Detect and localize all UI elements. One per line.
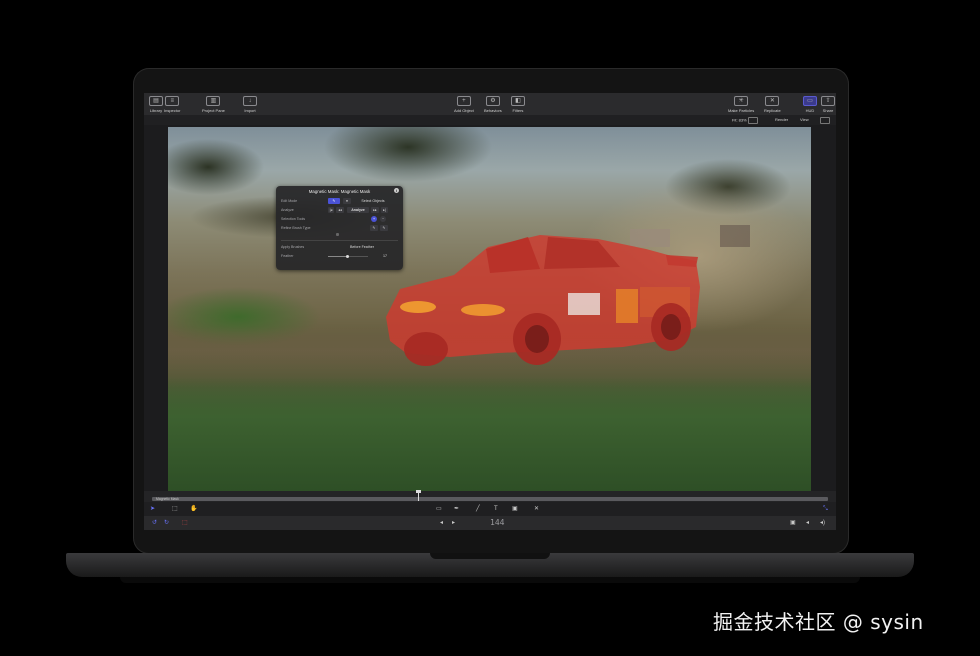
timecode-display[interactable]: 144 <box>490 518 504 527</box>
brush-erase-icon[interactable]: ✎ <box>380 225 388 231</box>
hud-icon: ▭ <box>803 96 817 106</box>
fullscreen-icon[interactable]: ▣ <box>790 519 796 527</box>
filters-button[interactable]: ◧ Filters <box>511 96 525 113</box>
add-selection-icon[interactable]: + <box>371 216 377 222</box>
timeline-layer-label: Magnetic Mask <box>156 497 179 501</box>
fit-zoom-menu[interactable]: Fit: 83% <box>732 117 758 124</box>
library-button[interactable]: ▤ Library <box>149 96 163 113</box>
replicate-icon: ✕ <box>765 96 780 106</box>
transform-icon[interactable]: ⬚ <box>172 505 178 513</box>
magic-brush-icon[interactable]: ✎ <box>328 198 340 204</box>
play-back-icon[interactable]: ◂ <box>440 519 443 527</box>
share-icon: ⇧ <box>821 96 835 106</box>
make-particles-button[interactable]: ✳ Make Particles <box>728 96 754 113</box>
person-icon[interactable]: ● <box>343 198 351 204</box>
pen-icon[interactable]: ✒ <box>454 505 459 513</box>
feather-row: Feather 17 <box>276 253 403 262</box>
import-icon: ↓ <box>243 96 257 106</box>
volume-icon[interactable]: ◂) <box>820 519 825 527</box>
filters-icon: ◧ <box>511 96 525 106</box>
step-back-icon[interactable]: |◂ <box>328 207 334 213</box>
canvas-viewer[interactable]: Magnetic Mask: Magnetic Mask i Edit Mode… <box>168 127 811 491</box>
inspector-button[interactable]: ≡ Inspector <box>164 96 180 113</box>
hud-button[interactable]: ▭ HUD <box>803 96 817 113</box>
mute-icon[interactable]: ◂ <box>806 519 809 527</box>
render-menu[interactable]: Render <box>775 117 788 122</box>
particles-icon: ✳ <box>734 96 749 106</box>
behaviors-button[interactable]: ⚙ Behaviors <box>484 96 502 113</box>
mask-tool-icon[interactable]: ▣ <box>512 505 518 513</box>
share-button[interactable]: ⇧ Share <box>821 96 835 113</box>
project-pane-icon: ▥ <box>206 96 221 106</box>
bg-banner <box>630 229 670 247</box>
zoom-box-icon <box>747 117 758 124</box>
bg-banner-2 <box>720 225 750 247</box>
text-tool-icon[interactable]: T <box>494 505 498 513</box>
layout-icon <box>820 117 830 124</box>
shape-rect-icon[interactable]: ▭ <box>436 505 442 513</box>
plus-icon: + <box>456 96 471 106</box>
pan-hand-icon[interactable]: ✋ <box>190 505 197 513</box>
laptop-notch <box>430 553 550 559</box>
brush-size-dot[interactable] <box>336 233 339 236</box>
rewind-icon[interactable]: ◂◂ <box>336 207 344 213</box>
expand-icon[interactable]: ⤡ <box>823 505 828 513</box>
record-icon[interactable]: ⬚ <box>182 519 188 527</box>
canvas-tools-bar: ➤ ⬚ ✋ ▭ ✒ ╱ T ▣ ✕ ⤡ <box>144 502 836 516</box>
info-icon[interactable]: i <box>394 188 399 193</box>
view-menu[interactable]: View <box>800 117 809 122</box>
add-object-button[interactable]: + Add Object <box>454 96 474 113</box>
brush-add-icon[interactable]: ✎ <box>370 225 378 231</box>
hud-separator <box>281 240 398 241</box>
loop-icon[interactable]: ↺ <box>152 519 157 527</box>
play-icon[interactable]: ▸ <box>452 519 455 527</box>
select-arrow-icon[interactable]: ➤ <box>150 505 155 513</box>
timeline-track[interactable] <box>152 497 828 501</box>
main-toolbar: ▤ Library ≡ Inspector ▥ Project Pane ↓ Impor… <box>144 93 836 116</box>
selection-tools-row: Selection Tools + − <box>281 216 386 222</box>
masked-rally-car[interactable] <box>168 127 811 491</box>
feather-value[interactable]: 17 <box>380 253 390 259</box>
motion-app-window: ▤ Library ≡ Inspector ▥ Project Pane ↓ Impor… <box>144 93 836 530</box>
project-pane-button[interactable]: ▥ Project Pane <box>202 96 225 113</box>
analyze-button[interactable]: Analyze <box>347 207 369 213</box>
paint-stroke-icon[interactable]: ╱ <box>476 505 480 513</box>
laptop-shadow <box>120 577 860 583</box>
edit-mode-row: Edit Mode ✎ ● Select Objects <box>276 198 403 207</box>
select-objects-button[interactable]: Select Objects <box>356 198 390 204</box>
gear-icon: ⚙ <box>485 96 500 106</box>
loop-out-icon[interactable]: ↻ <box>164 519 169 527</box>
viewer-options-bar: Fit: 83% Render View <box>144 115 836 125</box>
library-icon: ▤ <box>149 96 163 106</box>
replicate-button[interactable]: ✕ Replicate <box>764 96 781 113</box>
import-button[interactable]: ↓ Import <box>243 96 257 113</box>
fast-forward-icon[interactable]: ▸▸ <box>371 207 379 213</box>
feather-slider[interactable] <box>328 255 368 258</box>
before-feather-popup[interactable]: Before Feather <box>342 244 382 250</box>
apply-brushes-row: Apply Brushes Before Feather <box>276 244 403 253</box>
transport-bar: ↺ ↻ ⬚ ◂ ▸ 144 ▣ ◂ ◂) <box>144 516 836 530</box>
subtract-selection-icon[interactable]: − <box>380 216 386 222</box>
close-tool-icon[interactable]: ✕ <box>534 505 539 513</box>
inspector-icon: ≡ <box>165 96 180 106</box>
hud-title: Magnetic Mask: Magnetic Mask <box>308 189 371 194</box>
layout-toggle[interactable] <box>820 117 830 124</box>
magnetic-mask-hud[interactable]: Magnetic Mask: Magnetic Mask i Edit Mode… <box>276 186 403 270</box>
step-forward-icon[interactable]: ▸| <box>381 207 388 213</box>
car-mask <box>386 235 700 366</box>
analyze-row: Analyze |◂ ◂◂ Analyze ▸▸ ▸| <box>276 207 403 216</box>
watermark-text: 掘金技术社区 @ sysin <box>713 610 924 634</box>
playhead[interactable] <box>418 491 419 501</box>
feather-slider-knob[interactable] <box>346 255 349 258</box>
